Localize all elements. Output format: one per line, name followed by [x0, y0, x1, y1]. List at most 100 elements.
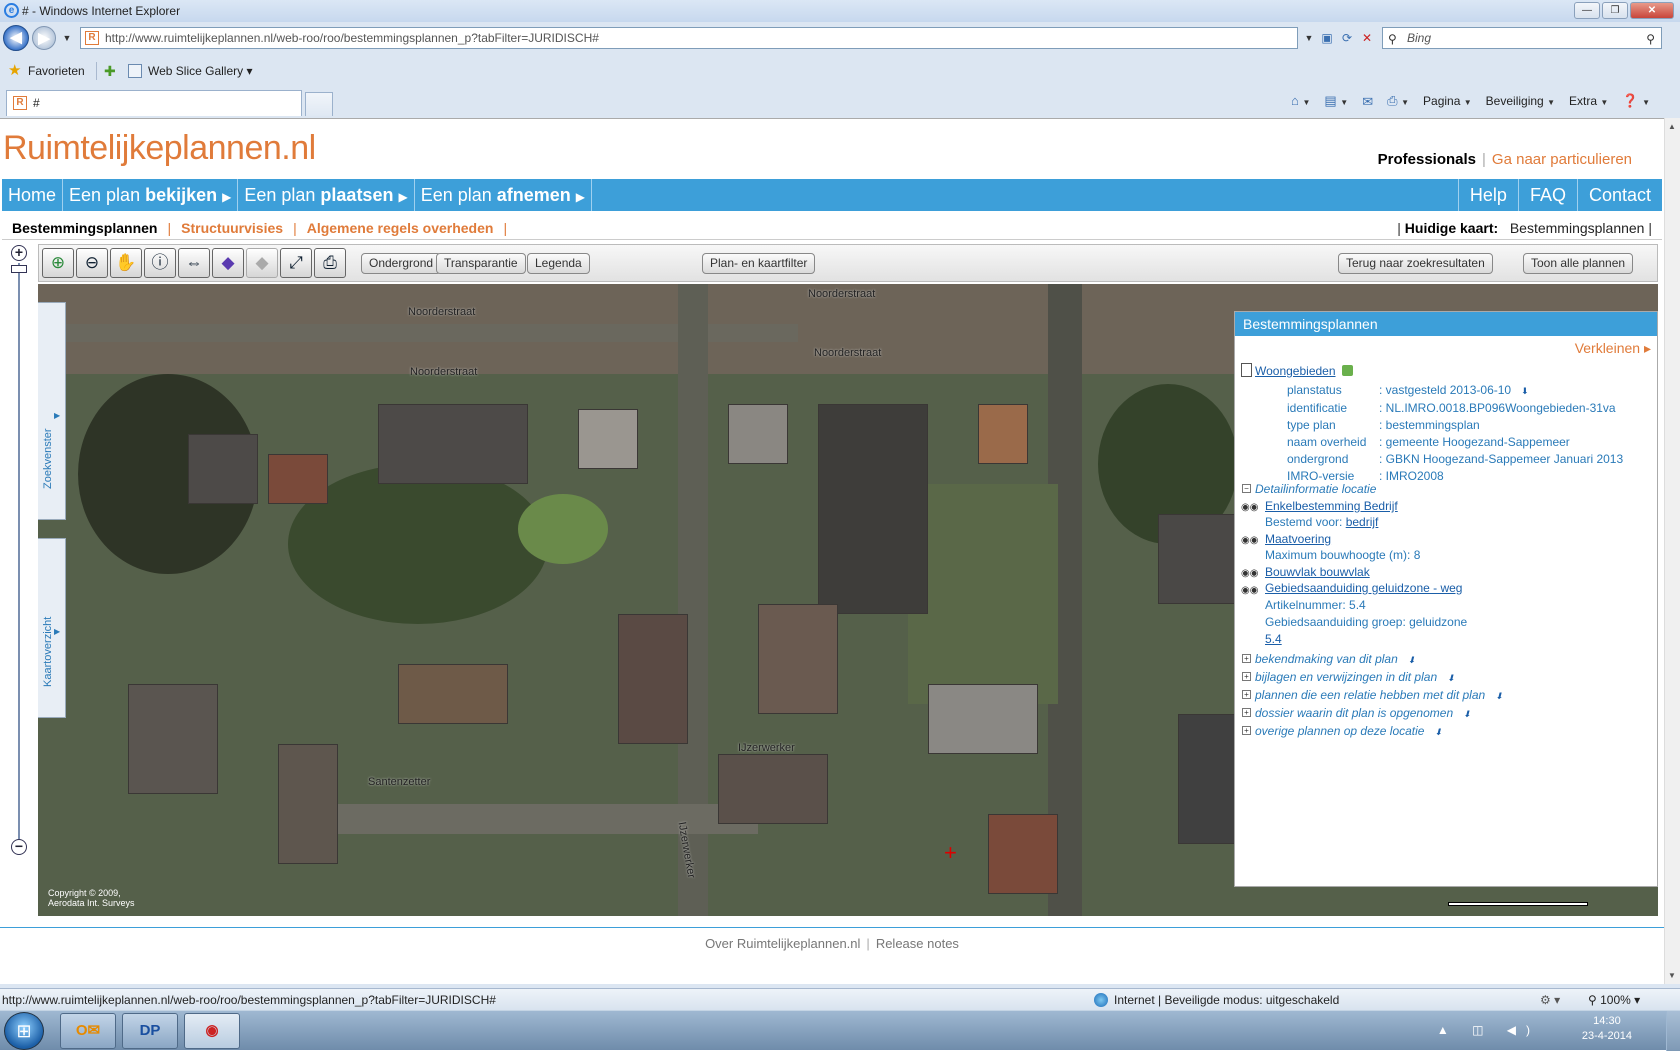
particulieren-link[interactable]: Ga naar particulieren: [1492, 151, 1632, 168]
section-relaties[interactable]: + plannen die een relatie hebben met dit …: [1242, 688, 1503, 702]
tab-structuurvisies[interactable]: Structuurvisies: [181, 220, 283, 236]
security-zone[interactable]: Internet | Beveiligde modus: uitgeschake…: [1094, 989, 1339, 1011]
download-icon[interactable]: ⬇: [1521, 386, 1529, 396]
clock[interactable]: 14:30 23-4-2014: [1582, 1014, 1632, 1044]
nav-contact[interactable]: Contact: [1576, 179, 1662, 211]
protected-mode-icon[interactable]: ⚙ ▾: [1540, 989, 1560, 1011]
new-tab-button[interactable]: [305, 92, 333, 116]
expand-icon[interactable]: +: [1242, 708, 1251, 717]
detail-item: ◉◉ Enkelbestemming Bedrijf Bestemd voor: b…: [1241, 499, 1398, 529]
home-icon[interactable]: ⌂ ▼: [1291, 90, 1310, 114]
download-icon[interactable]: ⬇: [1463, 709, 1471, 719]
refresh-icon[interactable]: ⟳: [1338, 29, 1356, 47]
detail-link[interactable]: Bouwvlak bouwvlak: [1265, 565, 1370, 579]
search-icon[interactable]: ⚲: [1646, 29, 1655, 49]
minimize-button[interactable]: —: [1574, 2, 1600, 19]
transparantie-button[interactable]: Transparantie: [436, 253, 526, 274]
expand-icon[interactable]: +: [1242, 726, 1251, 735]
nav-help[interactable]: Help: [1457, 179, 1518, 211]
nav-plan-plaatsen[interactable]: Een plan plaatsen ▶: [238, 179, 415, 211]
about-link[interactable]: Over Ruimtelijkeplannen.nl: [705, 936, 860, 951]
zoom-plus-icon[interactable]: +: [11, 245, 27, 261]
section-bijlagen[interactable]: + bijlagen en verwijzingen in dit plan ⬇: [1242, 670, 1455, 684]
stop-icon[interactable]: ✕: [1358, 29, 1376, 47]
history-dropdown-icon[interactable]: ▼: [58, 29, 76, 47]
verkleinen-button[interactable]: Verkleinen ▸: [1575, 340, 1651, 357]
detail-link[interactable]: Enkelbestemming Bedrijf: [1265, 499, 1398, 513]
download-icon[interactable]: ⬇: [1434, 727, 1442, 737]
full-extent-icon[interactable]: ⤢: [280, 248, 312, 278]
feeds-icon[interactable]: ▤ ▼: [1324, 90, 1348, 114]
release-notes-link[interactable]: Release notes: [876, 936, 959, 951]
kaartoverzicht-tab[interactable]: Kaartoverzicht ▶: [38, 538, 66, 718]
measure-icon[interactable]: ⇔: [178, 248, 210, 278]
address-dropdown-icon[interactable]: ▼: [1300, 29, 1318, 47]
next-extent-icon[interactable]: ◆: [246, 248, 278, 278]
zoekvenster-tab[interactable]: Zoekvenster ▶: [38, 302, 66, 520]
geluidzone-link[interactable]: 5.4: [1265, 632, 1282, 646]
browser-tab[interactable]: R #: [6, 90, 302, 116]
section-dossier[interactable]: + dossier waarin dit plan is opgenomen ⬇: [1242, 706, 1471, 720]
expand-icon[interactable]: +: [1242, 672, 1251, 681]
maximize-button[interactable]: ❐: [1602, 2, 1628, 19]
toon-alle-plannen-button[interactable]: Toon alle plannen: [1523, 253, 1634, 274]
zoom-thumb[interactable]: [11, 265, 27, 273]
ie-taskbar-button[interactable]: ◉: [184, 1013, 240, 1049]
site-logo[interactable]: Ruimtelijkeplannen.nl: [3, 129, 316, 168]
help-icon[interactable]: ❓ ▼: [1622, 90, 1650, 114]
scroll-down-icon[interactable]: ▼: [1668, 971, 1676, 980]
zoom-minus-icon[interactable]: −: [11, 839, 27, 855]
download-icon[interactable]: ⬇: [1408, 655, 1416, 665]
safety-menu[interactable]: Beveiliging ▼: [1486, 90, 1555, 114]
zoom-in-icon[interactable]: ⊕: [42, 248, 74, 278]
nav-plan-bekijken[interactable]: Een plan bekijken ▶: [63, 179, 239, 211]
nav-home[interactable]: Home: [2, 179, 64, 211]
outlook-taskbar-button[interactable]: O✉: [60, 1013, 116, 1049]
vertical-scrollbar[interactable]: ▲ ▼: [1664, 118, 1680, 984]
download-icon[interactable]: ⬇: [1447, 673, 1455, 683]
nav-faq[interactable]: FAQ: [1517, 179, 1577, 211]
print-icon[interactable]: ⎙ ▼: [1387, 90, 1409, 114]
plan-kaartfilter-button[interactable]: Plan- en kaartfilter: [702, 253, 816, 274]
page-menu[interactable]: Pagina ▼: [1423, 90, 1472, 114]
nav-plan-afnemen[interactable]: Een plan afnemen ▶: [415, 179, 593, 211]
expand-icon[interactable]: +: [1242, 654, 1251, 663]
dp-taskbar-button[interactable]: DP: [122, 1013, 178, 1049]
legenda-button[interactable]: Legenda: [527, 253, 590, 274]
favorites-button[interactable]: Favorieten: [28, 56, 85, 86]
ondergrond-button[interactable]: Ondergrond: [361, 253, 442, 274]
close-window-button[interactable]: ✕: [1630, 2, 1674, 19]
section-bekendmaking[interactable]: + bekendmaking van dit plan ⬇: [1242, 652, 1416, 666]
tools-menu[interactable]: Extra ▼: [1569, 90, 1608, 114]
start-button[interactable]: ⊞: [4, 1012, 44, 1050]
detail-link[interactable]: Gebiedsaanduiding geluidzone - weg: [1265, 581, 1462, 595]
detail-section-header[interactable]: − Detailinformatie locatie: [1242, 482, 1376, 496]
tab-bestemmingsplannen[interactable]: Bestemmingsplannen: [12, 220, 157, 236]
search-box[interactable]: ⚲ Bing ⚲: [1382, 27, 1662, 49]
download-icon[interactable]: ⬇: [1495, 691, 1503, 701]
section-overige[interactable]: + overige plannen op deze locatie ⬇: [1242, 724, 1442, 738]
back-button[interactable]: ◀: [3, 25, 29, 51]
web-slice-gallery-link[interactable]: Web Slice Gallery ▾: [148, 56, 253, 86]
compatibility-icon[interactable]: ▣: [1318, 29, 1336, 47]
add-favorite-icon[interactable]: ✚: [104, 63, 116, 79]
expand-icon[interactable]: +: [1242, 690, 1251, 699]
zoom-slider[interactable]: + −: [10, 245, 30, 865]
bedrijf-link[interactable]: bedrijf: [1346, 515, 1379, 529]
scroll-up-icon[interactable]: ▲: [1668, 122, 1676, 131]
zoom-out-icon[interactable]: ⊖: [76, 248, 108, 278]
forward-button[interactable]: ▶: [32, 26, 56, 50]
address-bar[interactable]: R http://www.ruimtelijkeplannen.nl/web-r…: [80, 27, 1298, 49]
tab-algemene-regels[interactable]: Algemene regels overheden: [307, 220, 494, 236]
show-desktop-button[interactable]: [1666, 1011, 1680, 1051]
info-icon[interactable]: ⓘ: [144, 248, 176, 278]
pan-hand-icon[interactable]: ✋: [110, 248, 142, 278]
terug-zoekresultaten-button[interactable]: Terug naar zoekresultaten: [1338, 253, 1493, 274]
print-map-icon[interactable]: ⎙: [314, 248, 346, 278]
detail-link[interactable]: Maatvoering: [1265, 532, 1331, 546]
collapse-icon[interactable]: −: [1242, 484, 1251, 493]
plan-link[interactable]: Woongebieden: [1255, 364, 1336, 378]
previous-extent-icon[interactable]: ◆: [212, 248, 244, 278]
mail-icon[interactable]: ✉: [1362, 91, 1373, 113]
zoom-level[interactable]: ⚲ 100% ▾: [1588, 989, 1640, 1011]
